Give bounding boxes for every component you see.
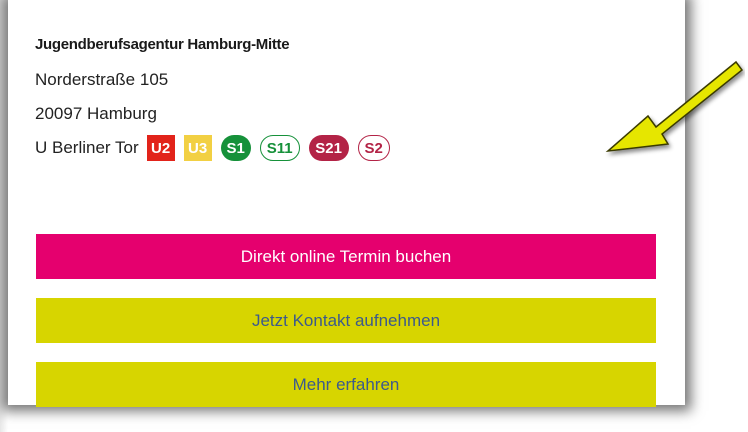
stop-name: U Berliner Tor [35,138,139,157]
line-badge-s1: S1 [220,135,251,161]
transit-stop: U Berliner Tor U2 U3 S1 S11 S21 S2 [35,134,399,162]
address-street: Norderstraße 105 [35,70,169,89]
line-badge-s21: S21 [308,135,349,161]
card-body: Jugendberufsagentur Hamburg-Mitte Norder… [8,0,685,407]
frame-edge [0,0,8,432]
address-city: 20097 Hamburg [35,104,157,123]
location-card: Jugendberufsagentur Hamburg-Mitte Norder… [8,0,685,407]
contact-button[interactable]: Jetzt Kontakt aufnehmen [36,298,656,343]
line-badge-u3: U3 [183,135,212,161]
line-badge-s11: S11 [259,135,300,161]
agency-title: Jugendberufsagentur Hamburg-Mitte [35,36,290,53]
arrow-icon [605,60,744,153]
line-badge-u2: U2 [146,135,175,161]
book-online-button[interactable]: Direkt online Termin buchen [36,234,656,279]
line-badge-s2: S2 [357,135,390,161]
more-info-button[interactable]: Mehr erfahren [36,362,656,407]
